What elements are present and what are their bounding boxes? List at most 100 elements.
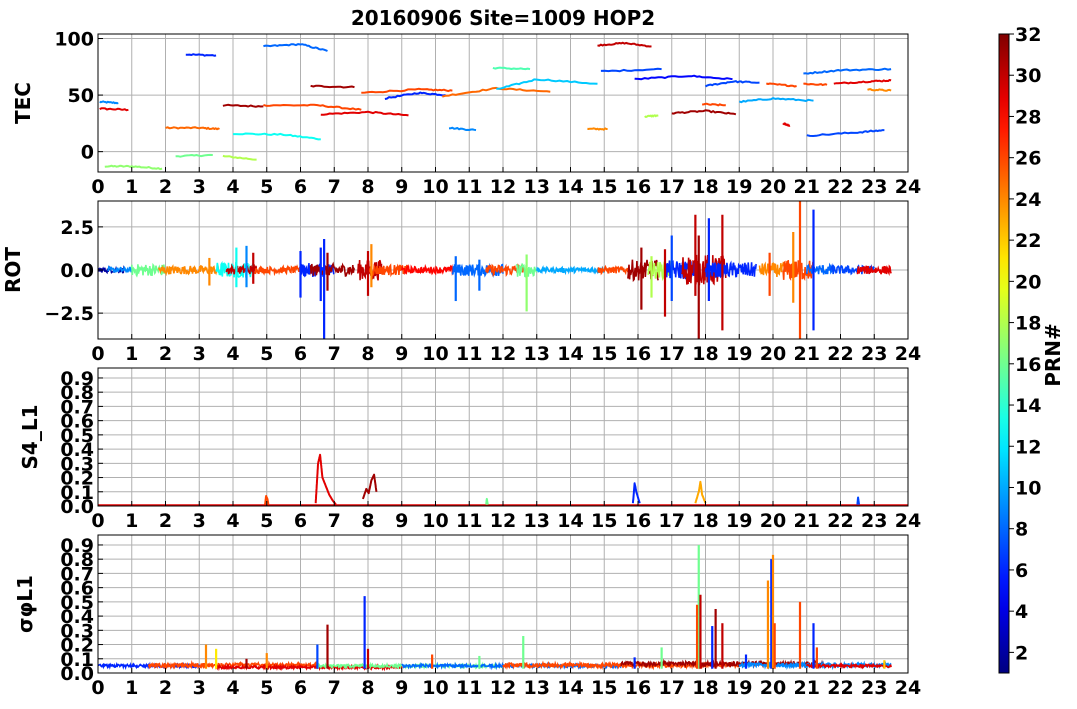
series-line-prn-5 [634,74,733,81]
x-tick-label: 20 [760,176,786,198]
x-tick-label: 12 [490,343,516,365]
x-tick-label: 18 [692,343,718,365]
colorbar-tick-label: 8 [1015,519,1028,541]
x-tick-label: 15 [591,343,617,365]
x-tick-label: 11 [456,510,482,532]
colorbar-tick-label: 20 [1015,271,1041,293]
x-tick-label: 17 [659,510,685,532]
series-line-prn-24 [867,88,892,92]
series-line-prn-25 [165,126,220,131]
x-tick-label: 18 [692,176,718,198]
x-tick-label: 23 [861,677,887,699]
x-tick-label: 2 [159,343,172,365]
x-tick-label: 2 [159,510,172,532]
x-tick-label: 17 [659,677,685,699]
x-tick-label: 18 [692,677,718,699]
x-tick-label: 7 [328,176,341,198]
y-tick-label: −2.5 [44,303,94,325]
x-tick-label: 4 [226,677,239,699]
x-tick-label: 4 [226,510,239,532]
y-axis-label: S4_L1 [18,405,42,470]
series-line-prn-31 [222,103,264,108]
series-line-prn-10 [738,97,814,104]
y-tick-label: 0 [81,142,94,164]
colorbar-tick-label: 26 [1015,148,1041,170]
series-line-prn-30 [597,41,652,48]
colorbar-tick-label: 6 [1015,560,1028,582]
colorbar-label: PRN# [1041,323,1065,387]
x-tick-label: 13 [524,343,550,365]
x-tick-label: 20 [760,343,786,365]
colorbar-tick-label: 2 [1015,642,1028,664]
x-tick-label: 13 [524,176,550,198]
colorbar-tick-label: 30 [1015,65,1041,87]
series-line-prn-8 [803,67,892,75]
colorbar-tick-label: 4 [1015,601,1028,623]
colorbar-tick-label: 24 [1015,189,1041,211]
x-tick-label: 22 [827,176,853,198]
x-tick-label: 7 [328,677,341,699]
y-tick-label: 2.5 [60,217,94,239]
x-tick-label: 22 [827,677,853,699]
x-tick-label: 10 [422,176,448,198]
plot-area [98,544,892,672]
series-noise-prn-10 [536,265,605,276]
plot-area [98,201,892,339]
x-tick-label: 10 [422,343,448,365]
y-tick-label: 0.9 [60,368,94,390]
series-line-prn-26 [803,82,828,87]
series-line-prn-29 [314,453,337,506]
x-tick-label: 2 [159,677,172,699]
x-tick-label: 16 [625,677,651,699]
x-tick-label: 1 [125,343,138,365]
x-tick-label: 19 [726,176,752,198]
x-tick-label: 23 [861,510,887,532]
colorbar-tick-label: 14 [1015,395,1041,417]
x-tick-label: 11 [456,677,482,699]
x-tick-label: 6 [294,510,307,532]
x-tick-label: 23 [861,343,887,365]
tec-panel: 0 1 2 3 4 5 6 7 8 9 10 11 12 13 14 15 16 17 18 19 20 21 22 23 24… [11,29,921,198]
x-tick-label: 16 [625,176,651,198]
series-line-prn-6 [631,482,641,504]
x-tick-label: 8 [361,677,374,699]
x-tick-label: 4 [226,176,239,198]
series-line-prn-7 [856,496,861,506]
x-tick-label: 19 [726,510,752,532]
x-tick-label: 14 [557,343,583,365]
x-tick-label: 19 [726,677,752,699]
x-tick-label: 7 [328,343,341,365]
series-line-prn-6 [384,91,446,100]
x-tick-label: 3 [193,510,206,532]
x-tick-label: 19 [726,343,752,365]
series-line-prn-18 [644,114,659,118]
x-tick-label: 3 [193,343,206,365]
series-line-prn-29 [99,107,129,112]
x-tick-label: 11 [456,176,482,198]
series-line-prn-18 [222,154,257,161]
y-tick-label: 0.9 [60,535,94,557]
colorbar-gradient [998,33,1010,674]
y-axis-label: ROT [1,247,25,293]
series-line-prn-24 [587,127,608,131]
x-tick-label: 8 [361,510,374,532]
series-line-prn-15 [492,66,531,71]
x-tick-label: 15 [591,176,617,198]
x-tick-label: 16 [625,343,651,365]
colorbar-tick-label: 16 [1015,354,1041,376]
prn-colorbar: 2468101214161820222426283032PRN# [998,24,1065,674]
x-tick-label: 1 [125,677,138,699]
s4-panel: 0 1 2 3 4 5 6 7 8 9 10 11 12 13 14 15 16 17 18 19 20 21 22 23 24… [18,367,921,532]
x-tick-label: 5 [260,343,273,365]
x-tick-label: 21 [794,677,820,699]
series-line-prn-26 [361,87,453,94]
series-line-prn-6 [185,53,217,57]
x-tick-label: 13 [524,510,550,532]
colorbar-tick-label: 22 [1015,230,1041,252]
series-line-prn-7 [600,67,662,73]
x-tick-label: 22 [827,510,853,532]
x-tick-label: 9 [395,176,408,198]
x-tick-label: 20 [760,677,786,699]
series-line-prn-26 [263,103,362,111]
x-tick-label: 24 [895,343,921,365]
